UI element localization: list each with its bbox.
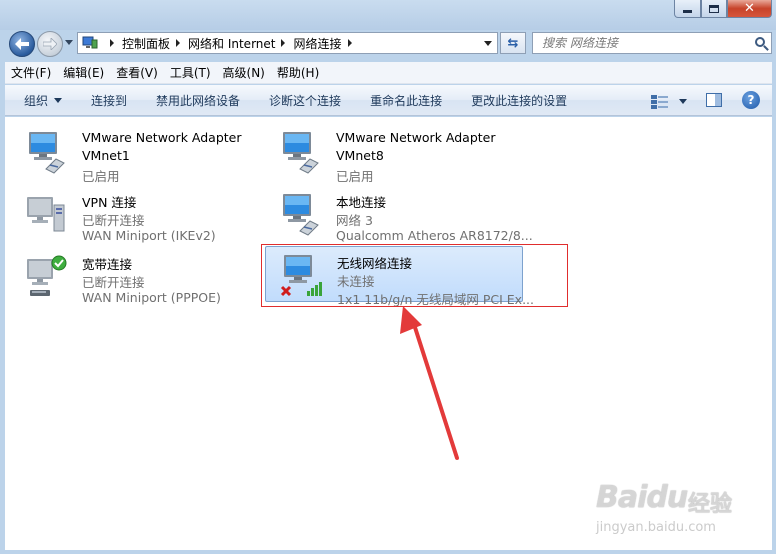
disable-device-button[interactable]: 禁用此网络设备 xyxy=(156,92,240,109)
connection-status: 已断开连接 xyxy=(82,275,145,290)
breadcrumb-chevron-icon[interactable] xyxy=(176,39,181,47)
connection-device: VMnet1 xyxy=(82,148,130,163)
search-icon[interactable] xyxy=(755,37,765,47)
connection-status: 已启用 xyxy=(336,169,374,184)
change-view-button[interactable] xyxy=(651,92,691,110)
breadcrumb-network-connections[interactable]: 网络连接 xyxy=(293,35,341,52)
network-adapter-icon xyxy=(283,132,319,174)
network-adapter-icon xyxy=(29,132,65,174)
organize-button[interactable]: 组织 xyxy=(24,92,63,109)
close-icon: ✕ xyxy=(744,1,755,16)
connection-status: 已断开连接 xyxy=(82,213,145,228)
menu-bar: 文件(F) 编辑(E) 查看(V) 工具(T) 高级(N) 帮助(H) xyxy=(5,62,772,84)
menu-tools[interactable]: 工具(T) xyxy=(170,64,211,81)
control-panel-icon xyxy=(82,36,98,49)
arrow-left-icon xyxy=(15,38,29,50)
breadcrumb-chevron-icon[interactable] xyxy=(110,39,114,47)
view-details-icon xyxy=(651,94,668,109)
window-title-bar xyxy=(0,0,776,30)
connection-name: VPN 连接 xyxy=(82,195,137,210)
breadcrumb-control-panel[interactable]: 控制面板 xyxy=(122,35,170,52)
close-button[interactable]: ✕ xyxy=(727,0,772,18)
refresh-icon: ⇆ xyxy=(507,35,519,51)
recent-pages-dropdown[interactable] xyxy=(65,40,73,45)
minimize-icon xyxy=(683,10,692,13)
back-button[interactable] xyxy=(9,31,35,57)
change-settings-button[interactable]: 更改此连接的设置 xyxy=(471,92,567,109)
command-bar: 组织 连接到 禁用此网络设备 诊断这个连接 重命名此连接 更改此连接的设置 ? xyxy=(5,85,772,116)
menu-advanced[interactable]: 高级(N) xyxy=(223,64,265,81)
watermark-url: jingyan.baidu.com xyxy=(596,520,716,535)
connect-to-button[interactable]: 连接到 xyxy=(91,92,127,109)
organize-label: 组织 xyxy=(24,93,49,108)
connection-device: VMnet8 xyxy=(336,148,384,163)
watermark-logo: Baidu xyxy=(596,480,688,515)
breadcrumb-chevron-icon[interactable] xyxy=(281,39,286,47)
connection-status: 已启用 xyxy=(82,169,120,184)
connection-item-vpn[interactable]: VPN 连接 已断开连接 WAN Miniport (IKEv2) xyxy=(10,184,250,243)
connection-name: VMware Network Adapter xyxy=(336,130,496,145)
connection-name: 本地连接 xyxy=(336,195,387,210)
refresh-button[interactable]: ⇆ xyxy=(500,32,526,54)
help-icon[interactable]: ? xyxy=(742,91,760,109)
connection-name: 宽带连接 xyxy=(82,257,133,272)
search-box[interactable] xyxy=(532,32,772,54)
search-input[interactable] xyxy=(533,33,733,53)
preview-pane-icon[interactable] xyxy=(706,93,722,107)
breadcrumb-network-internet[interactable]: 网络和 Internet xyxy=(188,35,275,52)
connection-device: WAN Miniport (IKEv2) xyxy=(82,228,216,243)
watermark-suffix: 经验 xyxy=(688,492,733,517)
vpn-connection-icon xyxy=(27,197,65,232)
connection-name: VMware Network Adapter xyxy=(82,130,242,145)
menu-edit[interactable]: 编辑(E) xyxy=(63,64,104,81)
connection-device: WAN Miniport (PPPOE) xyxy=(82,290,221,305)
breadcrumb-chevron-icon[interactable] xyxy=(347,39,352,47)
address-bar[interactable]: 控制面板 网络和 Internet 网络连接 xyxy=(77,32,498,54)
menu-view[interactable]: 查看(V) xyxy=(116,64,158,81)
arrow-right-icon xyxy=(43,38,57,50)
chevron-down-icon xyxy=(679,98,687,104)
annotation-highlight-box xyxy=(261,244,568,307)
broadband-connection-icon xyxy=(27,255,67,296)
rename-button[interactable]: 重命名此连接 xyxy=(370,92,442,109)
connection-item-vmnet8[interactable]: VMware Network Adapter VMnet8 已启用 xyxy=(264,122,504,184)
menu-file[interactable]: 文件(F) xyxy=(11,64,51,81)
network-adapter-icon xyxy=(283,194,319,236)
breadcrumb: 控制面板 网络和 Internet 网络连接 xyxy=(104,35,360,52)
connection-item-local[interactable]: 本地连接 网络 3 Qualcomm Atheros AR8172/8... xyxy=(264,184,533,243)
menu-help[interactable]: 帮助(H) xyxy=(277,64,319,81)
diagnose-button[interactable]: 诊断这个连接 xyxy=(269,92,341,109)
connection-device: Qualcomm Atheros AR8172/8... xyxy=(336,228,533,243)
chevron-down-icon xyxy=(54,97,63,103)
connection-item-broadband[interactable]: 宽带连接 已断开连接 WAN Miniport (PPPOE) xyxy=(10,246,250,305)
forward-button[interactable] xyxy=(37,31,63,57)
baidu-watermark: Baidu 经验 jingyan.baidu.com xyxy=(592,478,772,544)
address-dropdown-icon[interactable] xyxy=(484,41,492,46)
connection-network: 网络 3 xyxy=(336,213,373,228)
connection-item-vmnet1[interactable]: VMware Network Adapter VMnet1 已启用 xyxy=(10,122,250,184)
maximize-icon xyxy=(709,4,719,13)
minimize-button[interactable] xyxy=(674,0,701,18)
maximize-button[interactable] xyxy=(701,0,727,18)
